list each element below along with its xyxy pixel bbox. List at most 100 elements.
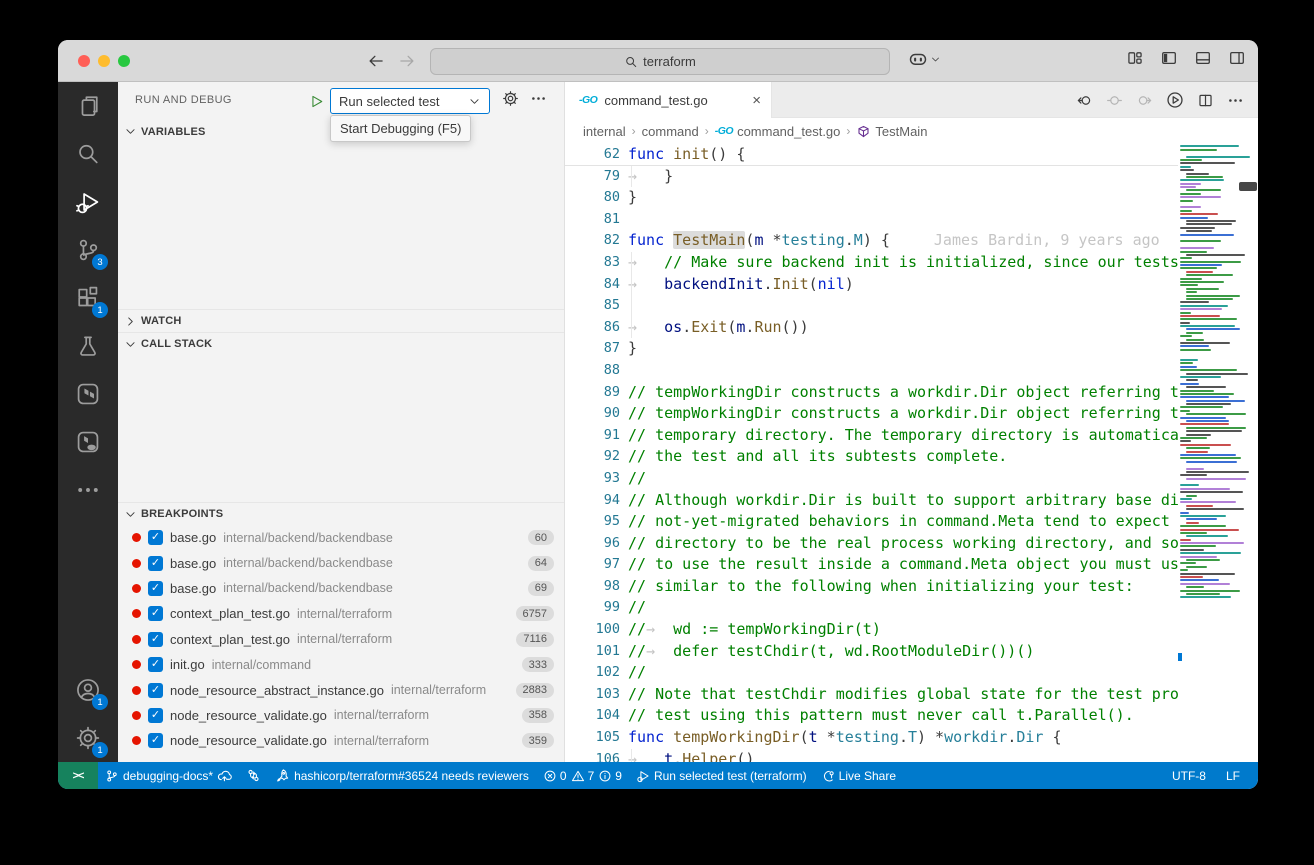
line-number[interactable]: 94 xyxy=(565,490,620,512)
code-line[interactable]: 84→ backendInit.Init(nil) xyxy=(565,274,1178,296)
line-number[interactable]: 99 xyxy=(565,597,620,619)
line-number[interactable]: 85 xyxy=(565,295,620,317)
navigate-forward-button[interactable] xyxy=(394,48,420,74)
code-line[interactable]: 93// xyxy=(565,468,1178,490)
navigate-back-button[interactable] xyxy=(363,48,389,74)
scrollbar-thumb[interactable] xyxy=(1239,182,1257,191)
activity-bar-item-explorer[interactable] xyxy=(58,82,118,130)
compare-changes-item[interactable] xyxy=(239,762,268,789)
line-number[interactable]: 89 xyxy=(565,382,620,404)
minimize-window-button[interactable] xyxy=(98,55,110,67)
pull-request-status-item[interactable]: hashicorp/terraform#36524 needs reviewer… xyxy=(268,762,536,789)
breakpoint-row[interactable]: ✓node_resource_validate.gointernal/terra… xyxy=(118,728,564,753)
encoding-status-item[interactable]: UTF-8 xyxy=(1162,762,1216,789)
breadcrumb-command[interactable]: command xyxy=(642,124,699,139)
code-editor[interactable]: 62func init() {79→ }80}8182func TestMain… xyxy=(565,144,1258,762)
code-line[interactable]: 80} xyxy=(565,187,1178,209)
line-number[interactable]: 83 xyxy=(565,252,620,274)
line-number[interactable]: 102 xyxy=(565,662,620,684)
line-number[interactable]: 104 xyxy=(565,705,620,727)
code-line[interactable]: 101//→ defer testChdir(t, wd.RootModuleD… xyxy=(565,641,1178,663)
sticky-code-line[interactable]: 62func init() { xyxy=(565,144,1178,166)
breadcrumb-symbol[interactable]: TestMain xyxy=(856,124,927,139)
line-number[interactable]: 100 xyxy=(565,619,620,641)
breakpoint-checkbox[interactable]: ✓ xyxy=(148,556,163,571)
breakpoint-checkbox[interactable]: ✓ xyxy=(148,606,163,621)
close-tab-icon[interactable]: × xyxy=(752,93,761,108)
breakpoint-row[interactable]: ✓node_resource_validate.gointernal/terra… xyxy=(118,703,564,728)
toggle-secondary-sidebar-button[interactable] xyxy=(1228,49,1246,67)
toggle-panel-button[interactable] xyxy=(1194,49,1212,67)
code-line[interactable]: 95// not-yet-migrated behaviors in comma… xyxy=(565,511,1178,533)
run-or-debug-button[interactable] xyxy=(1166,91,1184,109)
activity-bar-item-extensions[interactable]: 1 xyxy=(58,274,118,322)
breakpoint-checkbox[interactable]: ✓ xyxy=(148,632,163,647)
line-number[interactable]: 105 xyxy=(565,727,620,749)
breakpoint-row[interactable]: ✓base.gointernal/backend/backendbase69 xyxy=(118,576,564,601)
line-number[interactable]: 90 xyxy=(565,403,620,425)
line-number[interactable]: 79 xyxy=(565,166,620,188)
debug-settings-gear-button[interactable] xyxy=(502,90,519,107)
line-number[interactable]: 82 xyxy=(565,230,620,252)
code-line[interactable]: 88 xyxy=(565,360,1178,382)
code-line[interactable]: 100//→ wd := tempWorkingDir(t) xyxy=(565,619,1178,641)
code-line[interactable]: 99// xyxy=(565,597,1178,619)
line-number[interactable]: 103 xyxy=(565,684,620,706)
activity-bar-item-search[interactable] xyxy=(58,130,118,178)
activity-bar-item-terraform[interactable] xyxy=(58,370,118,418)
code-line[interactable]: 81 xyxy=(565,209,1178,231)
breakpoint-checkbox[interactable]: ✓ xyxy=(148,581,163,596)
code-line[interactable]: 89// tempWorkingDir constructs a workdir… xyxy=(565,382,1178,404)
debug-configuration-dropdown[interactable]: Run selected test xyxy=(330,88,490,114)
line-number[interactable]: 98 xyxy=(565,576,620,598)
command-center-search[interactable]: terraform xyxy=(430,48,890,75)
code-line[interactable]: 96// directory to be the real process wo… xyxy=(565,533,1178,555)
remote-indicator[interactable]: >< xyxy=(58,762,98,789)
code-line[interactable]: 106→ t.Helper() xyxy=(565,749,1178,762)
line-number[interactable]: 96 xyxy=(565,533,620,555)
breakpoint-row[interactable]: ✓node_resource_abstract_instance.gointer… xyxy=(118,677,564,702)
activity-bar-item-source-control[interactable]: 3 xyxy=(58,226,118,274)
toggle-primary-sidebar-button[interactable] xyxy=(1160,49,1178,67)
run-task-status-item[interactable]: Run selected test (terraform) xyxy=(629,762,814,789)
zoom-window-button[interactable] xyxy=(118,55,130,67)
breadcrumb-file[interactable]: -GO command_test.go xyxy=(715,124,841,139)
customize-layout-button[interactable] xyxy=(1126,49,1144,67)
line-number[interactable]: 87 xyxy=(565,338,620,360)
activity-bar-item-hcp-terraform[interactable] xyxy=(58,418,118,466)
code-line[interactable]: 102// xyxy=(565,662,1178,684)
code-line[interactable]: 104// test using this pattern must never… xyxy=(565,705,1178,727)
breakpoint-row[interactable]: ✓context_plan_test.gointernal/terraform6… xyxy=(118,601,564,626)
line-number[interactable]: 88 xyxy=(565,360,620,382)
branch-status-item[interactable]: debugging-docs* xyxy=(98,762,239,789)
breadcrumb-internal[interactable]: internal xyxy=(583,124,626,139)
code-line[interactable]: 92// the test and all its subtests compl… xyxy=(565,446,1178,468)
line-number[interactable]: 97 xyxy=(565,554,620,576)
tab-command-test-go[interactable]: -GO command_test.go × xyxy=(565,82,772,118)
breakpoint-checkbox[interactable]: ✓ xyxy=(148,708,163,723)
debug-continue-icon[interactable] xyxy=(1136,92,1153,109)
code-line[interactable]: 82func TestMain(m *testing.M) {James Bar… xyxy=(565,230,1178,252)
activity-bar-item-accounts[interactable]: 1 xyxy=(58,666,118,714)
split-editor-button[interactable] xyxy=(1197,92,1214,109)
watch-section-header[interactable]: WATCH xyxy=(118,309,564,332)
call-stack-section-header[interactable]: CALL STACK xyxy=(118,332,564,355)
breakpoint-checkbox[interactable]: ✓ xyxy=(148,530,163,545)
debug-step-icon[interactable] xyxy=(1106,92,1123,109)
breakpoint-row[interactable]: ✓base.gointernal/backend/backendbase64 xyxy=(118,550,564,575)
line-number[interactable]: 62 xyxy=(565,144,620,165)
code-line[interactable]: 79→ } xyxy=(565,166,1178,188)
problems-status-item[interactable]: 0 7 9 xyxy=(536,762,629,789)
line-number[interactable]: 84 xyxy=(565,274,620,296)
copilot-menu-button[interactable] xyxy=(908,49,941,69)
editor-more-actions-button[interactable] xyxy=(1227,92,1244,109)
line-number[interactable]: 101 xyxy=(565,641,620,663)
debug-reverse-continue-icon[interactable] xyxy=(1076,92,1093,109)
line-number[interactable]: 95 xyxy=(565,511,620,533)
line-number[interactable]: 81 xyxy=(565,209,620,231)
minimap[interactable] xyxy=(1178,144,1252,762)
breakpoint-row[interactable]: ✓base.gointernal/backend/backendbase60 xyxy=(118,525,564,550)
code-line[interactable]: 91// temporary directory. The temporary … xyxy=(565,425,1178,447)
close-window-button[interactable] xyxy=(78,55,90,67)
line-number[interactable]: 80 xyxy=(565,187,620,209)
